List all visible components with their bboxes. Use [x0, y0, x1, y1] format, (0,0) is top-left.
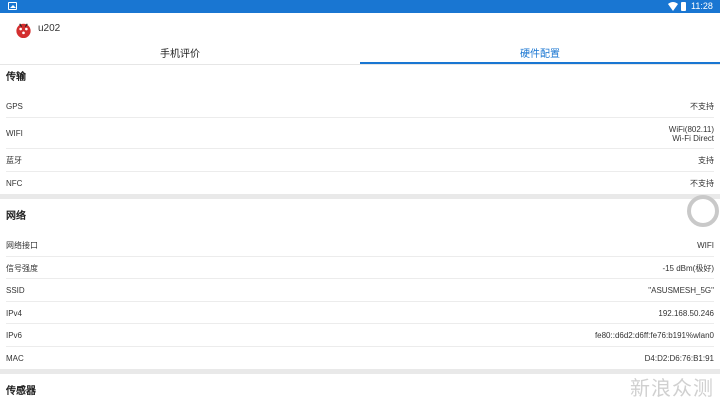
- wifi-icon: [668, 2, 678, 11]
- list-item-ipv4: IPv4 192.168.50.246: [0, 302, 720, 324]
- row-label: SSID: [6, 286, 25, 295]
- row-value: fe80::d6d2:d6ff:fe76:b191%wlan0: [594, 331, 714, 340]
- list-item-signal-strength: 信号强度 -15 dBm(极好): [0, 257, 720, 279]
- list-item-mac: MAC D4:D2:D6:76:B1:91: [0, 347, 720, 369]
- app-bar: u202: [0, 13, 720, 46]
- row-value: WIFI: [697, 241, 714, 250]
- row-value: WiFi(802.11) Wi-Fi Direct: [668, 124, 714, 143]
- app-title: u202: [38, 23, 61, 34]
- row-label: IPv4: [6, 308, 23, 318]
- list-item-ipv6: IPv6 fe80::d6d2:d6ff:fe76:b191%wlan0: [0, 324, 720, 347]
- section-gap: [0, 194, 720, 199]
- row-label: 信号强度: [6, 263, 38, 273]
- list-item-ssid: SSID "ASUSMESH_5G": [0, 279, 720, 302]
- antutu-logo-icon: [16, 23, 31, 39]
- row-value: "ASUSMESH_5G": [648, 286, 714, 295]
- battery-icon: [681, 2, 686, 11]
- row-label: 蓝牙: [6, 156, 22, 165]
- row-value: 192.168.50.246: [658, 308, 714, 318]
- image-icon: [8, 2, 17, 10]
- section-title-network: 网络: [0, 205, 720, 229]
- watermark: 新浪众测: [630, 376, 714, 400]
- tab-phone-rating[interactable]: 手机评价: [0, 46, 360, 65]
- status-time: 11:28: [691, 1, 713, 11]
- row-label: MAC: [6, 353, 24, 363]
- section-gap: [0, 369, 720, 374]
- row-label: GPS: [6, 102, 23, 111]
- section-title-transport: 传输: [0, 66, 720, 90]
- row-label: WIFI: [6, 129, 23, 138]
- row-value: -15 dBm(极好): [662, 263, 714, 273]
- list-item-gps: GPS 不支持: [0, 95, 720, 118]
- row-label: NFC: [6, 178, 23, 188]
- row-value: 不支持: [690, 178, 714, 188]
- section-title-sensors: 传感器: [0, 380, 720, 404]
- list-item-network-interface: 网络接口 WIFI: [0, 234, 720, 257]
- row-label: IPv6: [6, 331, 23, 340]
- status-bar: 11:28: [0, 0, 720, 13]
- row-value: D4:D2:D6:76:B1:91: [644, 353, 714, 363]
- floating-assist-button[interactable]: [687, 195, 719, 227]
- tab-divider: [0, 64, 720, 65]
- list-item-wifi: WIFI WiFi(802.11) Wi-Fi Direct: [0, 118, 720, 149]
- list-item-nfc: NFC 不支持: [0, 172, 720, 194]
- row-value: 不支持: [690, 102, 714, 111]
- row-value: 支持: [698, 156, 714, 165]
- row-label: 网络接口: [6, 241, 38, 250]
- list-item-bluetooth: 蓝牙 支持: [0, 149, 720, 172]
